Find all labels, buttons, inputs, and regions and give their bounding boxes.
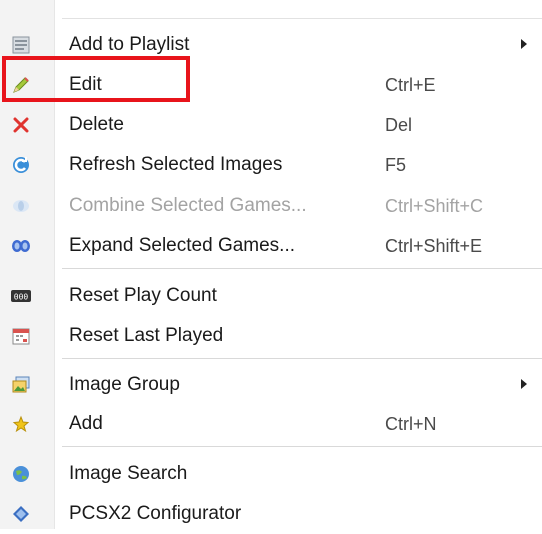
add-star-icon xyxy=(10,413,32,435)
menu-item-label: Add xyxy=(69,413,103,434)
delete-x-icon xyxy=(10,114,32,136)
menu-item-combine-selected-games[interactable]: Combine Selected Games... Ctrl+Shift+C xyxy=(0,186,542,226)
menu-item-expand-selected-games[interactable]: Expand Selected Games... Ctrl+Shift+E xyxy=(0,226,542,266)
menu-item-label: Reset Play Count xyxy=(69,285,217,306)
menu-item-shortcut: Ctrl+Shift+E xyxy=(385,236,483,256)
menu-item-label: Reset Last Played xyxy=(69,325,224,346)
menu-item-delete[interactable]: Delete Del xyxy=(0,105,542,145)
menu-item-reset-play-count[interactable]: 000 Reset Play Count xyxy=(0,276,542,316)
menu-top-divider xyxy=(62,18,542,19)
menu-item-add[interactable]: Add Ctrl+N xyxy=(0,404,542,444)
submenu-arrow-icon xyxy=(521,39,527,49)
refresh-icon xyxy=(10,154,32,176)
menu-item-label: Image Group xyxy=(69,374,180,395)
menu-separator xyxy=(62,358,542,359)
submenu-arrow-icon xyxy=(521,379,527,389)
expand-icon xyxy=(10,235,32,257)
context-menu: Add to Playlist Edit Ctrl+E Delete Del R… xyxy=(0,0,542,529)
menu-item-label: Delete xyxy=(69,114,124,135)
configurator-icon xyxy=(10,503,32,525)
menu-separator xyxy=(62,446,542,447)
globe-search-icon xyxy=(10,463,32,485)
menu-item-shortcut: Del xyxy=(385,115,413,135)
menu-item-label: PCSX2 Configurator xyxy=(69,503,242,524)
menu-item-image-search[interactable]: Image Search xyxy=(0,454,542,494)
counter-icon: 000 xyxy=(10,285,32,307)
menu-item-label: Expand Selected Games... xyxy=(69,235,296,256)
image-group-icon xyxy=(10,374,32,396)
edit-highlight-box xyxy=(2,56,190,102)
menu-item-refresh-selected-images[interactable]: Refresh Selected Images F5 xyxy=(0,145,542,185)
menu-item-reset-last-played[interactable]: Reset Last Played xyxy=(0,316,542,356)
playlist-icon xyxy=(10,34,32,56)
menu-item-pcsx2-configurator[interactable]: PCSX2 Configurator xyxy=(0,494,542,534)
menu-item-image-group[interactable]: Image Group xyxy=(0,365,542,405)
menu-item-shortcut: F5 xyxy=(385,155,407,175)
svg-text:000: 000 xyxy=(14,293,29,302)
menu-separator xyxy=(62,268,542,269)
menu-item-shortcut: Ctrl+N xyxy=(385,414,437,434)
menu-item-label: Image Search xyxy=(69,463,188,484)
menu-item-label: Refresh Selected Images xyxy=(69,154,283,175)
calendar-icon xyxy=(10,325,32,347)
combine-icon xyxy=(10,195,32,217)
menu-item-shortcut: Ctrl+Shift+C xyxy=(385,196,484,216)
menu-item-shortcut: Ctrl+E xyxy=(385,75,436,95)
menu-item-label: Combine Selected Games... xyxy=(69,195,307,216)
